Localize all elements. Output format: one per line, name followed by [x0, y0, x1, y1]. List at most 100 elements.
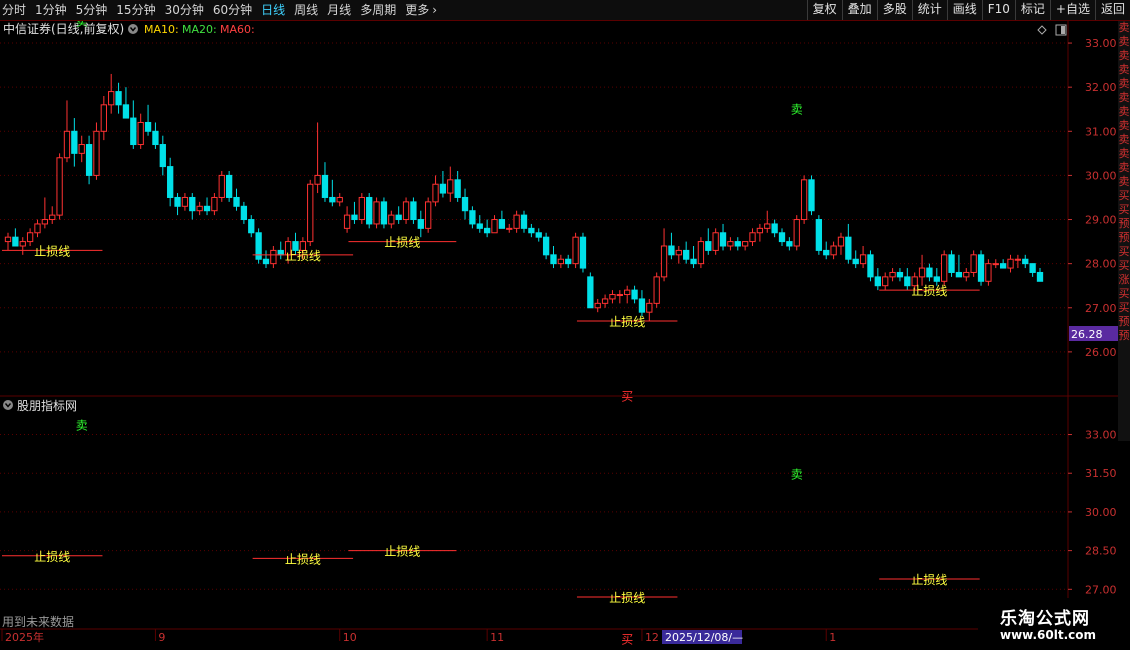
candle-body: [624, 289, 631, 296]
period-tab-2[interactable]: 5分钟: [76, 0, 108, 20]
candle-body: [741, 241, 749, 247]
sell-signal: 卖: [76, 418, 88, 432]
candle-body: [859, 254, 867, 265]
candle-body: [557, 258, 565, 265]
candle-body: [130, 117, 137, 146]
buy-signal: 买: [621, 389, 633, 403]
sidebar-signal-22: 预: [1118, 329, 1130, 342]
candle-body: [388, 214, 395, 225]
candle-body: [115, 91, 122, 106]
toolbar-action-6[interactable]: 标记: [1014, 0, 1050, 20]
candle-body: [137, 121, 144, 146]
grid-lines: [0, 21, 1118, 630]
candle-body: [174, 196, 181, 207]
period-tab-10[interactable]: 更多: [405, 0, 429, 20]
candle-body: [889, 271, 896, 278]
candle-body: [764, 223, 771, 229]
toolbar-action-0[interactable]: 复权: [806, 0, 842, 20]
date-tick-label: 9: [158, 631, 165, 644]
candle-body: [749, 232, 756, 243]
candle-body: [34, 223, 41, 234]
candle-body: [955, 271, 963, 278]
main-tick-label: 32.00: [1085, 81, 1117, 94]
chevron-right-icon[interactable]: ›: [432, 0, 437, 20]
sell-signal: 卖: [791, 103, 803, 117]
sub-tick-label: 31.50: [1085, 467, 1117, 480]
indicator-price-axis: 27.00 28.50 30.00 31.50 33.00: [1068, 429, 1117, 596]
window-toggle-fill: [1061, 26, 1065, 34]
candle-body: [159, 144, 166, 168]
main-tick-label: 30.00: [1085, 169, 1117, 182]
chart-mode: (日线,前复权): [51, 21, 124, 36]
candle-body: [683, 249, 690, 260]
candle-body: [786, 241, 793, 247]
kline-chart[interactable]: 26.00 27.00 28.00 29.00 30.00 31.00 32.00 33.00…: [0, 21, 1118, 650]
candle-body: [675, 249, 682, 256]
toolbar-action-4[interactable]: 画线: [946, 0, 982, 20]
candle-body: [1036, 271, 1044, 282]
candle-body: [705, 241, 712, 251]
candle-body: [78, 144, 85, 154]
candle-body: [653, 276, 660, 304]
dropdown-icon[interactable]: [128, 24, 138, 34]
main-price-axis: 26.00 27.00 28.00 29.00 30.00 31.00 32.00 33.00: [1068, 37, 1117, 359]
candle-body: [823, 249, 830, 256]
candle-body: [926, 267, 933, 278]
date-tick-label: 12: [645, 631, 659, 644]
period-tab-4[interactable]: 30分钟: [165, 0, 204, 20]
sidebar-signal-13: 买: [1118, 203, 1130, 216]
candle-body: [896, 271, 904, 278]
candle-body: [999, 263, 1007, 269]
candle-body: [587, 276, 594, 309]
toolbar-action-5[interactable]: F10: [981, 0, 1015, 20]
current-price-value: 26.28: [1071, 328, 1103, 341]
candle-body: [513, 214, 520, 229]
period-tab-1[interactable]: 1分钟: [35, 0, 67, 20]
toolbar-action-2[interactable]: 多股: [876, 0, 912, 20]
period-tab-8[interactable]: 月线: [327, 0, 351, 20]
candle-body: [410, 201, 417, 221]
candle-body: [992, 263, 999, 266]
candle-body: [469, 210, 476, 225]
toolbar-action-7[interactable]: +自选: [1049, 0, 1095, 20]
period-tab-7[interactable]: 周线: [294, 0, 318, 20]
period-tabs: 分时 1分钟 5分钟 15分钟 30分钟 60分钟 日线 周线 月线 多周期 更多 ›: [2, 0, 446, 20]
toolbar-action-3[interactable]: 统计: [911, 0, 947, 20]
sell-signal: 卖: [791, 467, 803, 481]
sidebar-signal-11: 卖: [1118, 175, 1130, 188]
candle-body: [668, 245, 675, 256]
candle-body: [211, 196, 218, 212]
sub-tick-label: 28.50: [1085, 545, 1117, 558]
sidebar-signal-5: 卖: [1118, 91, 1130, 104]
candle-body: [41, 219, 49, 225]
period-tab-0[interactable]: 分时: [2, 0, 26, 20]
candle-body: [476, 223, 483, 229]
logo-title: 乐淘公式网: [1000, 609, 1090, 629]
candle-body: [225, 174, 233, 198]
ma20-label: MA20:: [182, 23, 217, 36]
ma10-label: MA10:: [144, 23, 179, 36]
candle-body: [63, 130, 71, 159]
candle-body: [439, 183, 447, 194]
candle-body: [1029, 263, 1036, 273]
candle-body: [26, 232, 34, 243]
diamond-icon[interactable]: [1037, 25, 1047, 35]
indicator-dropdown-icon[interactable]: [3, 400, 13, 410]
candle-body: [734, 241, 741, 247]
toolbar-action-1[interactable]: 叠加: [841, 0, 877, 20]
period-tab-3[interactable]: 15分钟: [116, 0, 155, 20]
candle-body: [336, 196, 343, 203]
toolbar-action-8[interactable]: 返回: [1094, 0, 1130, 20]
indicator-title: 股朋指标网: [17, 398, 77, 413]
period-tab-5[interactable]: 60分钟: [213, 0, 252, 20]
period-tab-6[interactable]: 日线: [261, 0, 285, 20]
sidebar-signal-16: 买: [1118, 245, 1130, 258]
period-tab-9[interactable]: 多周期: [360, 0, 396, 20]
sidebar-signal-12: 买: [1118, 189, 1130, 202]
sidebar-signal-7: 卖: [1118, 119, 1130, 132]
sidebar-signal-21: 预: [1118, 315, 1130, 328]
candle-body: [690, 258, 697, 265]
main-tick-label: 31.00: [1085, 125, 1117, 138]
candle-body: [609, 294, 616, 300]
candlestick-series: [4, 73, 1044, 321]
